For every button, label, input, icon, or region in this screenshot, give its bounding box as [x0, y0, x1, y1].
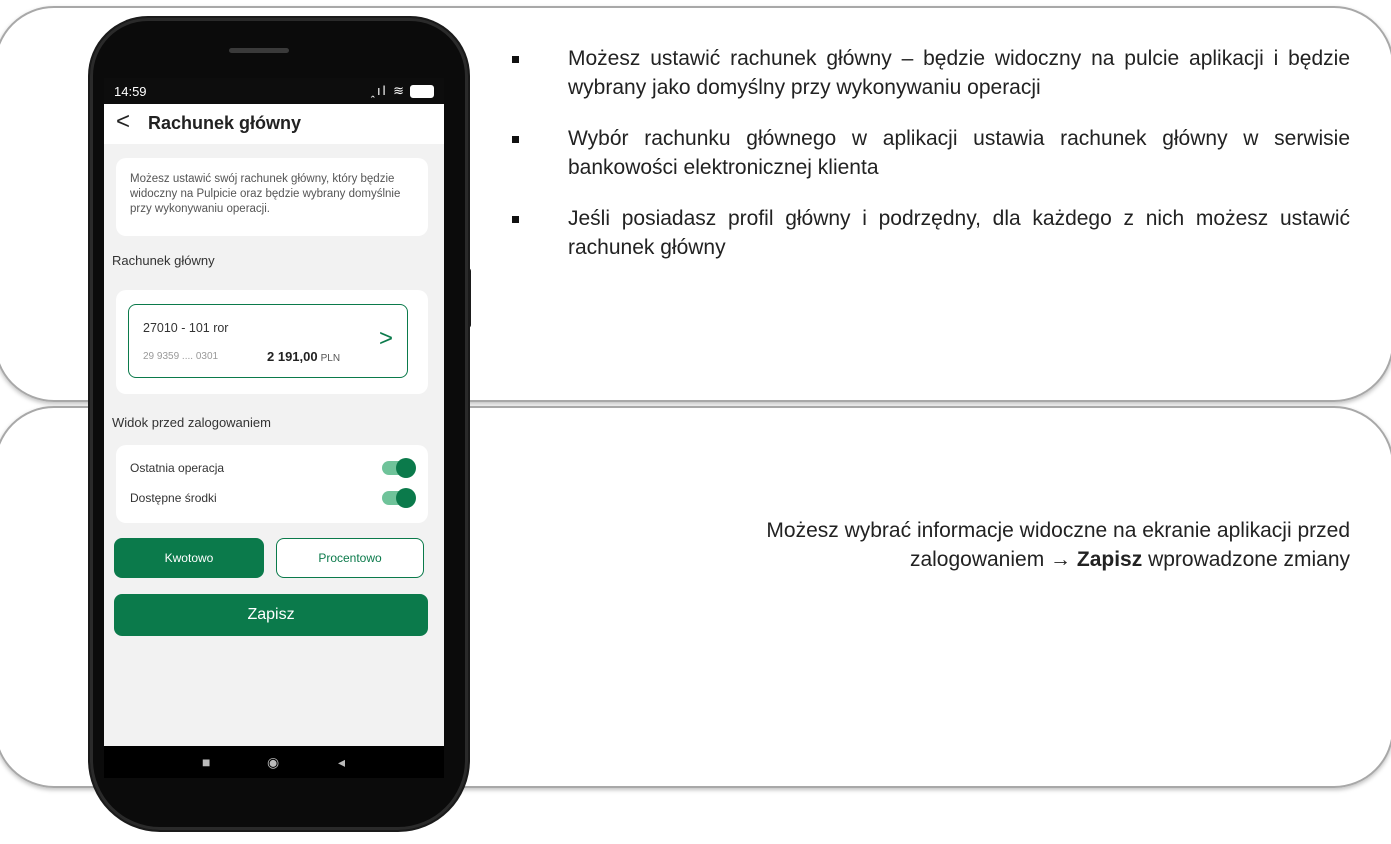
page-title: Rachunek główny — [148, 113, 302, 133]
bullet-item: Jeśli posiadasz profil główny i podrzędn… — [512, 204, 1350, 262]
bullet-square-icon — [512, 216, 519, 223]
segment-amount-button[interactable]: Kwotowo — [114, 538, 264, 578]
save-emphasis: Zapisz — [1076, 548, 1143, 571]
bullet-square-icon — [512, 136, 519, 143]
toggle-last-operation[interactable] — [382, 458, 416, 478]
toggle-card: Ostatnia operacja Dostępne środki — [116, 445, 428, 523]
signal-wifi-icon: ꞈıl ≋ — [371, 83, 434, 99]
battery-icon — [410, 85, 434, 99]
app-bar: < Rachunek główny — [104, 104, 444, 144]
bullet-square-icon — [512, 56, 519, 63]
toggle-available-funds[interactable] — [382, 488, 416, 508]
section-label-main-account: Rachunek główny — [112, 253, 215, 268]
back-icon[interactable]: ◂ — [338, 754, 345, 771]
status-time: 14:59 — [114, 84, 147, 99]
save-button[interactable]: Zapisz — [114, 594, 428, 636]
account-number: 29 9359 .... 0301 — [143, 351, 219, 362]
info-text: Możesz ustawić swój rachunek główny, któ… — [130, 173, 401, 215]
home-icon[interactable]: ◉ — [267, 754, 279, 771]
account-card: 27010 - 101 ror 29 9359 .... 0301 2 191,… — [116, 290, 428, 394]
status-bar: 14:59 ꞈıl ≋ — [104, 78, 444, 104]
segment-percent-button[interactable]: Procentowo — [276, 538, 424, 578]
toggle-label-available-funds: Dostępne środki — [130, 491, 217, 505]
android-nav-bar: ■ ◉ ◂ — [104, 746, 444, 778]
bullet-item: Wybór rachunku głównego w aplikacji usta… — [512, 124, 1350, 182]
pre-login-description: Możesz wybrać informacje widoczne na ekr… — [766, 519, 1350, 571]
bullet-item: Możesz ustawić rachunek główny – będzie … — [512, 44, 1350, 102]
account-currency: PLN — [320, 353, 341, 364]
chevron-right-icon[interactable]: > — [379, 325, 393, 353]
toggle-label-last-operation: Ostatnia operacja — [130, 461, 225, 475]
account-balance: 2 191,00 PLN — [267, 349, 341, 364]
account-selector[interactable]: 27010 - 101 ror 29 9359 .... 0301 2 191,… — [128, 304, 408, 378]
recents-icon[interactable]: ■ — [202, 754, 210, 770]
info-card: Możesz ustawić swój rachunek główny, któ… — [116, 158, 428, 236]
account-name: 27010 - 101 ror — [143, 321, 229, 335]
phone-screen: 14:59 ꞈıl ≋ < Rachunek główny Możesz ust… — [104, 78, 444, 778]
back-chevron-icon[interactable]: < — [116, 108, 130, 136]
phone-speaker — [229, 48, 289, 53]
feature-bullet-list: Możesz ustawić rachunek główny – będzie … — [512, 44, 1350, 284]
section-label-pre-login-view: Widok przed zalogowaniem — [112, 415, 271, 430]
